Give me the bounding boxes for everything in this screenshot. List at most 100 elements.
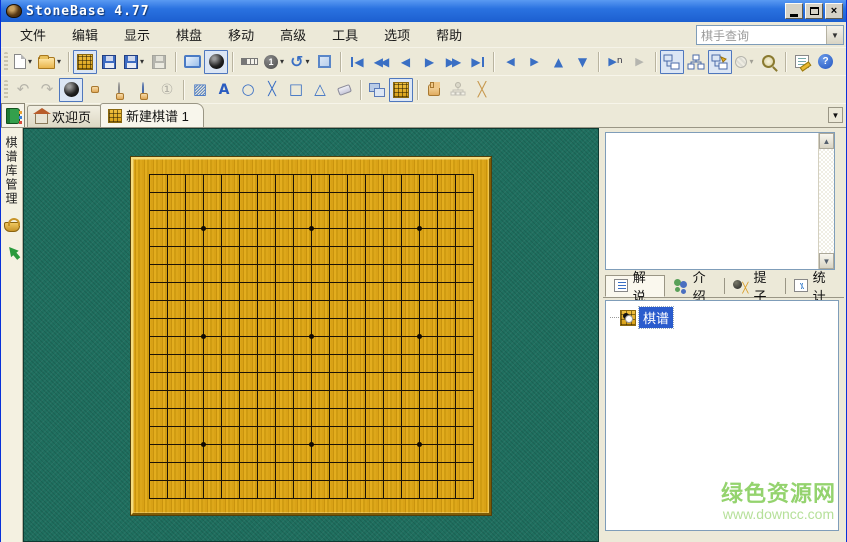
circle-mark-tool[interactable]: ○ [236, 78, 260, 102]
go-board[interactable] [131, 157, 491, 515]
scroll-up-icon: ▲ [823, 137, 831, 146]
square-mark-icon: □ [289, 82, 303, 97]
place-black-tool[interactable] [83, 78, 107, 102]
forward-button[interactable]: ▶ [417, 50, 441, 74]
square-mark-tool[interactable]: □ [284, 78, 308, 102]
board-zone-button[interactable] [312, 50, 336, 74]
show-marks-button[interactable] [389, 78, 413, 102]
rotate-board-button[interactable]: ↺▾ [287, 50, 312, 74]
menu-tools[interactable]: 工具 [319, 21, 371, 48]
prev-variation-button[interactable]: ◀ [498, 50, 522, 74]
game-tree-panel[interactable]: 棋谱 绿色资源网 www.downcc.com [605, 300, 839, 531]
chevron-down-icon: ▼ [831, 31, 839, 40]
toolbar-grip[interactable] [4, 52, 8, 72]
place-white-tool[interactable] [107, 78, 131, 102]
pass-button[interactable] [422, 78, 446, 102]
tab-welcome[interactable]: 欢迎页 [27, 105, 106, 127]
menu-display[interactable]: 显示 [111, 21, 163, 48]
green-arrow-icon[interactable] [5, 244, 18, 257]
new-record-button[interactable]: ▾ [11, 50, 35, 74]
menu-advanced[interactable]: 高级 [267, 21, 319, 48]
comment-text[interactable] [606, 133, 818, 269]
save-as-button[interactable]: ▾ [121, 50, 147, 74]
auto-play-button[interactable]: ▶ [627, 50, 651, 74]
game-info-button[interactable] [790, 50, 814, 74]
redo-icon: ↷ [41, 82, 54, 97]
next-variation-button[interactable]: ▶ [522, 50, 546, 74]
menu-file[interactable]: 文件 [7, 21, 59, 48]
scroll-up-button[interactable]: ▲ [819, 133, 834, 149]
open-button[interactable]: ▾ [35, 50, 64, 74]
go-last-button[interactable]: ▶ [465, 50, 489, 74]
tree-view-icon [663, 54, 681, 70]
player-search-dropdown-button[interactable]: ▼ [826, 26, 843, 44]
copy-marks-button[interactable] [365, 78, 389, 102]
fast-backward-icon: ◀◀ [374, 56, 386, 68]
coordinates-button[interactable] [237, 50, 261, 74]
tab-captures[interactable]: 提子 [725, 275, 785, 297]
delete-node-button[interactable]: ╳ [470, 78, 494, 102]
down-variation-button[interactable]: ▼ [570, 50, 594, 74]
player-search-combo[interactable]: 棋手查询 ▼ [696, 25, 844, 45]
hatch-square-icon: ▨ [193, 82, 207, 97]
tree-root-node[interactable]: 棋谱 [610, 307, 838, 328]
move-numbers-button[interactable]: 1▾ [261, 50, 287, 74]
play-move-tool[interactable] [59, 78, 83, 102]
play-n-moves-button[interactable]: ▶n [603, 50, 627, 74]
back-button[interactable]: ◀ [393, 50, 417, 74]
undo-button[interactable]: ↶ [11, 78, 35, 102]
edit-board-button[interactable] [73, 50, 97, 74]
menu-help[interactable]: 帮助 [423, 21, 475, 48]
maximize-button[interactable] [805, 3, 823, 19]
help-button[interactable]: ? [814, 50, 838, 74]
close-button[interactable]: × [825, 3, 843, 19]
tree-panel-button[interactable] [660, 50, 684, 74]
add-node-tree-icon [450, 82, 466, 97]
fast-forward-button[interactable]: ▶▶ [441, 50, 465, 74]
minimize-button[interactable] [785, 3, 803, 19]
fullscreen-button[interactable] [180, 50, 204, 74]
letter-mark-tool[interactable]: A [212, 78, 236, 102]
library-manager-vertical-label[interactable]: 棋谱库管理 [3, 136, 20, 206]
stone-bowl-icon[interactable] [4, 222, 20, 232]
star-point [201, 226, 206, 231]
territory-mark-tool[interactable]: ▨ [188, 78, 212, 102]
tab-statistics[interactable]: 统计 [786, 275, 844, 297]
star-point [309, 442, 314, 447]
redo-button[interactable]: ↷ [35, 78, 59, 102]
trial-stone-tool[interactable] [131, 78, 155, 102]
find-position-button[interactable] [757, 50, 781, 74]
add-variation-button[interactable] [446, 78, 470, 102]
menu-options[interactable]: 选项 [371, 21, 423, 48]
comment-scrollbar[interactable]: ▲ ▼ [818, 133, 834, 269]
triangle-mark-tool[interactable]: △ [308, 78, 332, 102]
org-chart-button[interactable] [684, 50, 708, 74]
save-button[interactable] [97, 50, 121, 74]
watermark: 绿色资源网 www.downcc.com [721, 481, 836, 522]
tab-commentary[interactable]: 解说 [605, 275, 665, 297]
tab-introduction[interactable]: 介绍 [665, 275, 724, 297]
menu-edit[interactable]: 编辑 [59, 21, 111, 48]
menu-board[interactable]: 棋盘 [163, 21, 215, 48]
board-grid[interactable] [149, 174, 474, 499]
arrow-down-icon: ▼ [578, 56, 587, 68]
fast-back-button[interactable]: ◀◀ [369, 50, 393, 74]
open-folder-icon [38, 57, 55, 69]
save-image-button[interactable] [147, 50, 171, 74]
tab-list-dropdown-button[interactable]: ▼ [828, 107, 843, 123]
guess-mode-button[interactable]: ▾ [732, 50, 756, 74]
number-label-tool[interactable]: ① [155, 78, 179, 102]
library-manager-button[interactable] [1, 103, 25, 127]
go-first-button[interactable]: ◀ [345, 50, 369, 74]
stone-sound-button[interactable] [204, 50, 228, 74]
erase-mark-tool[interactable] [332, 78, 356, 102]
cross-mark-tool[interactable]: ╳ [260, 78, 284, 102]
menu-move[interactable]: 移动 [215, 21, 267, 48]
toolbar-grip[interactable] [4, 80, 8, 100]
comment-box[interactable]: ▲ ▼ [605, 132, 835, 270]
tab-new-record[interactable]: 新建棋谱 1 [100, 103, 204, 127]
game-record-icon [620, 310, 636, 326]
goto-node-button[interactable] [708, 50, 732, 74]
tree-root-label[interactable]: 棋谱 [639, 307, 673, 328]
up-variation-button[interactable]: ▲ [546, 50, 570, 74]
